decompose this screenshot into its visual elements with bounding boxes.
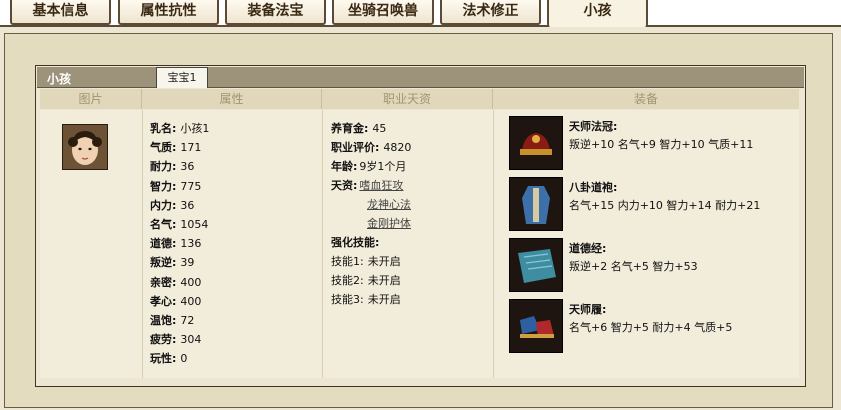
- book-icon[interactable]: [509, 238, 563, 292]
- attribute-row: 内力: 36: [150, 197, 194, 215]
- attribute-value: 72: [180, 314, 195, 327]
- attribute-label: 亲密:: [150, 275, 177, 289]
- details-body: 乳名: 小孩1 气质: 171 耐力: 36 智力: 775 内力: 36 名气: 1054 道德: 13…: [40, 110, 799, 378]
- equip-stats-3: 叛逆+2 名气+5 智力+53: [569, 260, 698, 273]
- tab-baby-1[interactable]: 宝宝1: [156, 67, 208, 88]
- attribute-label: 智力:: [150, 179, 177, 193]
- child-portrait: [62, 124, 108, 170]
- attribute-value: 171: [180, 141, 202, 155]
- tab-bar: 基本信息 属性抗性 装备法宝 坐骑召唤兽 法术修正 小孩: [0, 0, 841, 27]
- attribute-row: 名气: 1054: [150, 216, 208, 234]
- skill-2: 技能2: 未开启: [331, 274, 401, 287]
- talent-link-1[interactable]: 嗜血狂攻: [359, 179, 403, 192]
- column-header-career: 职业天资: [322, 89, 493, 109]
- attribute-row: 温饱: 72: [150, 312, 194, 330]
- attribute-value: 775: [180, 179, 202, 193]
- attribute-label: 温饱:: [150, 314, 177, 327]
- attribute-row: 耐力: 36: [150, 158, 194, 176]
- attribute-label: 名气:: [150, 218, 177, 231]
- robe-icon[interactable]: [509, 177, 563, 231]
- career-fund: 养育金: 45: [331, 122, 387, 135]
- equip-stats-2: 名气+15 内力+10 智力+14 耐力+21: [569, 199, 761, 212]
- equip-name-2: 八卦道袍:: [569, 181, 618, 194]
- skill-1: 技能1: 未开启: [331, 255, 401, 268]
- attribute-row: 乳名: 小孩1: [150, 120, 209, 138]
- attribute-row: 孝心: 400: [150, 293, 201, 311]
- career-rating: 职业评价: 4820: [331, 141, 412, 154]
- equipment-list: 天师法冠: 叛逆+10 名气+9 智力+10 气质+11 八卦道袍: 名气+15…: [493, 110, 799, 378]
- equip-name-4: 天师履:: [569, 303, 607, 316]
- panel-titlebar: 小孩: [37, 67, 804, 88]
- attribute-value: 36: [180, 160, 195, 174]
- enhance-skills-label: 强化技能:: [331, 236, 380, 249]
- equip-stats-4: 名气+6 智力+5 耐力+4 气质+5: [569, 321, 733, 334]
- column-header-attributes: 属性: [142, 89, 322, 109]
- tab-child[interactable]: 小孩: [547, 0, 648, 27]
- attribute-row: 玩性: 0: [150, 350, 187, 368]
- attribute-row: 智力: 775: [150, 178, 201, 196]
- attribute-value: 39: [180, 256, 195, 270]
- tab-spell-modify[interactable]: 法术修正: [440, 0, 541, 25]
- tab-mount-summon[interactable]: 坐骑召唤兽: [332, 0, 434, 25]
- tab-equipment-treasure[interactable]: 装备法宝: [225, 0, 326, 25]
- attribute-label: 叛逆:: [150, 256, 177, 270]
- attribute-value: 1054: [180, 218, 209, 231]
- talent-link-2[interactable]: 龙神心法: [367, 196, 411, 214]
- attribute-row: 气质: 171: [150, 139, 201, 157]
- hat-icon[interactable]: [509, 116, 563, 170]
- attribute-label: 玩性:: [150, 352, 177, 366]
- main-panel: 小孩 宝宝1 图片 属性 职业天资 装备 乳名: 小孩1 气质: 171 耐力:…: [0, 25, 841, 410]
- attribute-label: 内力:: [150, 198, 177, 212]
- column-header-equipment: 装备: [493, 89, 799, 109]
- attribute-value: 36: [180, 198, 195, 212]
- equip-name-3: 道德经:: [569, 242, 607, 255]
- career-talent: 天资: 嗜血狂攻: [331, 179, 404, 192]
- attribute-row: 道德: 136: [150, 235, 201, 253]
- shoes-icon[interactable]: [509, 299, 563, 353]
- equip-name-1: 天师法冠:: [569, 120, 618, 133]
- attribute-value: 小孩1: [180, 122, 210, 135]
- career-age: 年龄: 9岁1个月: [331, 160, 407, 173]
- column-header-picture: 图片: [40, 89, 142, 109]
- attribute-label: 乳名:: [150, 122, 177, 135]
- talent-link-3[interactable]: 金刚护体: [367, 215, 411, 233]
- panel-title: 小孩: [47, 72, 72, 86]
- attribute-label: 耐力:: [150, 160, 177, 174]
- attribute-value: 400: [180, 275, 202, 289]
- tab-basic-info[interactable]: 基本信息: [10, 0, 111, 25]
- child-info-frame: 小孩 宝宝1 图片 属性 职业天资 装备 乳名: 小孩1 气质: 171 耐力:…: [35, 65, 806, 387]
- attribute-row: 叛逆: 39: [150, 254, 194, 272]
- tab-attribute-resist[interactable]: 属性抗性: [118, 0, 219, 25]
- attribute-value: 400: [180, 294, 202, 308]
- skill-3: 技能3: 未开启: [331, 293, 401, 306]
- attribute-value: 136: [180, 237, 202, 251]
- attribute-label: 道德:: [150, 237, 177, 251]
- attribute-value: 304: [180, 333, 202, 347]
- attribute-label: 气质:: [150, 141, 177, 155]
- attribute-label: 疲劳:: [150, 333, 177, 347]
- attribute-label: 孝心:: [150, 294, 177, 308]
- attribute-value: 0: [180, 352, 188, 366]
- attribute-row: 亲密: 400: [150, 274, 201, 292]
- attribute-row: 疲劳: 304: [150, 331, 201, 349]
- content-area: 小孩 宝宝1 图片 属性 职业天资 装备 乳名: 小孩1 气质: 171 耐力:…: [4, 33, 833, 408]
- equip-stats-1: 叛逆+10 名气+9 智力+10 气质+11: [569, 138, 754, 151]
